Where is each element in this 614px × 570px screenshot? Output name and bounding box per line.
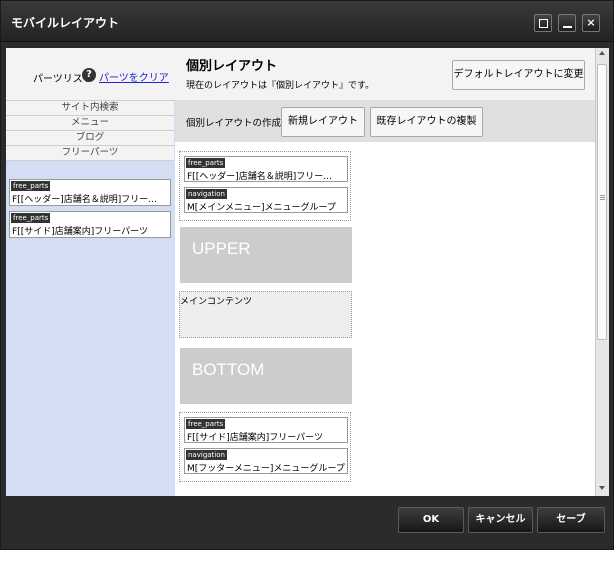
main-content-label: メインコンテンツ xyxy=(180,297,253,307)
category-blog[interactable]: ブログ xyxy=(6,131,174,146)
vertical-scrollbar[interactable] xyxy=(595,48,609,496)
title-bar: モバイルレイアウト × xyxy=(1,1,613,42)
category-free-parts[interactable]: フリーパーツ xyxy=(6,146,174,161)
category-site-search[interactable]: サイト内検索 xyxy=(6,101,174,116)
current-layout-text: 現在のレイアウトは『個別レイアウト』です。 xyxy=(186,81,375,91)
scrollbar-thumb[interactable] xyxy=(597,64,607,340)
layout-editor-panel: 個別レイアウト 現在のレイアウトは『個別レイアウト』です。 デフォルトレイアウト… xyxy=(175,48,595,496)
dialog-footer: OK キャンセル セーブ xyxy=(1,496,613,549)
clear-parts-link[interactable]: パーツをクリア xyxy=(99,69,169,84)
part-type-tag: navigation xyxy=(186,450,227,460)
part-type-tag: free_parts xyxy=(11,181,51,191)
bottom-zone[interactable]: BOTTOM xyxy=(180,348,352,404)
scroll-up-icon[interactable] xyxy=(599,51,605,55)
window-title: モバイルレイアウト xyxy=(11,16,120,30)
part-name: F[[サイド]店舗案内]フリーパーツ xyxy=(187,433,323,443)
layout-toolbar: 個別レイアウトの作成 新規レイアウト 既存レイアウトの複製 xyxy=(175,100,595,142)
copy-layout-button[interactable]: 既存レイアウトの複製 xyxy=(370,107,483,137)
bottom-zone-label: BOTTOM xyxy=(192,360,265,379)
main-content-zone[interactable]: メインコンテンツ xyxy=(179,291,352,338)
list-item[interactable]: navigation M[フッターメニュー]メニューグループ xyxy=(184,448,348,474)
ok-button[interactable]: OK xyxy=(398,507,464,533)
upper-zone-label: UPPER xyxy=(192,239,251,258)
parts-list-header: パーツリスト ? パーツをクリア xyxy=(6,48,175,101)
category-menu[interactable]: メニュー xyxy=(6,116,174,131)
page-title: 個別レイアウト xyxy=(186,59,278,74)
part-type-tag: navigation xyxy=(186,189,227,199)
upper-zone[interactable]: UPPER xyxy=(180,227,352,283)
save-button[interactable]: セーブ xyxy=(537,507,605,533)
part-name: F[[ヘッダー]店舗名＆説明]フリー... xyxy=(12,195,157,205)
part-name: F[[サイド]店舗案内]フリーパーツ xyxy=(12,227,148,237)
create-layout-label: 個別レイアウトの作成 xyxy=(186,118,282,129)
new-layout-button[interactable]: 新規レイアウト xyxy=(281,107,365,137)
minimize-button[interactable] xyxy=(558,14,576,32)
list-item[interactable]: free_parts F[[サイド]店舗案内]フリーパーツ xyxy=(9,211,171,238)
parts-list: free_parts F[[ヘッダー]店舗名＆説明]フリー... free_pa… xyxy=(6,176,175,496)
close-button[interactable]: × xyxy=(582,14,600,32)
part-name: M[フッターメニュー]メニューグループ xyxy=(187,464,345,474)
grip-icon xyxy=(600,195,605,196)
part-name: F[[ヘッダー]店舗名＆説明]フリー... xyxy=(187,172,332,182)
footer-parts-slot[interactable]: free_parts F[[サイド]店舗案内]フリーパーツ navigation… xyxy=(179,412,351,482)
default-layout-button[interactable]: デフォルトレイアウトに変更 xyxy=(452,60,585,90)
help-icon[interactable]: ? xyxy=(82,68,96,82)
cancel-button[interactable]: キャンセル xyxy=(468,507,533,533)
part-name: M[メインメニュー]メニューグループ xyxy=(187,203,336,213)
part-type-tag: free_parts xyxy=(186,158,226,168)
mobile-layout-window: モバイルレイアウト × パーツリスト ? パーツをクリア サイト内検索 メニュー… xyxy=(0,0,614,550)
header-parts-slot[interactable]: free_parts F[[ヘッダー]店舗名＆説明]フリー... navigat… xyxy=(179,151,351,221)
part-type-tag: free_parts xyxy=(186,419,226,429)
parts-list-panel: パーツリスト ? パーツをクリア サイト内検索 メニュー ブログ フリーパーツ … xyxy=(6,48,176,496)
list-item[interactable]: free_parts F[[ヘッダー]店舗名＆説明]フリー... xyxy=(184,156,348,182)
part-type-tag: free_parts xyxy=(11,213,51,223)
list-item[interactable]: free_parts F[[サイド]店舗案内]フリーパーツ xyxy=(184,417,348,443)
scroll-down-icon[interactable] xyxy=(599,486,605,490)
list-item[interactable]: navigation M[メインメニュー]メニューグループ xyxy=(184,187,348,213)
maximize-button[interactable] xyxy=(534,14,552,32)
list-item[interactable]: free_parts F[[ヘッダー]店舗名＆説明]フリー... xyxy=(9,179,171,206)
layout-header: 個別レイアウト 現在のレイアウトは『個別レイアウト』です。 デフォルトレイアウト… xyxy=(175,48,595,101)
